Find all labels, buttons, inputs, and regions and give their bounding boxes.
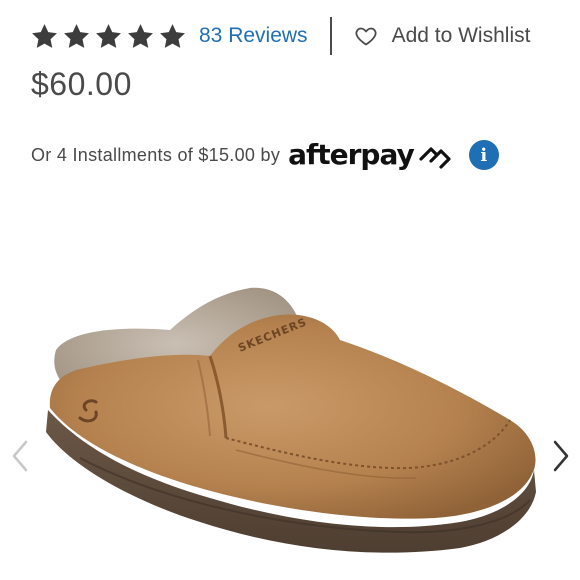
- product-image: SKECHERS: [46, 287, 536, 553]
- divider: [329, 17, 332, 55]
- wishlist-label: Add to Wishlist: [391, 24, 531, 47]
- star-icon: [62, 22, 91, 51]
- rating-row: 83 Reviews Add to Wishlist: [30, 14, 560, 58]
- star-icon: [126, 22, 155, 51]
- afterpay-wordmark: afterpay: [288, 138, 415, 171]
- star-icon: [94, 22, 123, 51]
- add-to-wishlist-button[interactable]: Add to Wishlist: [354, 24, 531, 48]
- star-icon: [158, 22, 187, 51]
- installments-row: Or 4 Installments of $15.00 by afterpay …: [31, 136, 499, 174]
- installments-text: Or 4 Installments of $15.00 by: [31, 144, 281, 165]
- reviews-link[interactable]: 83 Reviews: [199, 24, 308, 48]
- afterpay-logo: afterpay: [288, 141, 455, 169]
- star-rating: [30, 22, 187, 51]
- heart-outline-icon: [355, 27, 377, 46]
- chevron-left-icon[interactable]: [8, 438, 32, 474]
- chevron-right-icon[interactable]: [549, 438, 573, 474]
- afterpay-arrows-icon: [414, 141, 455, 169]
- info-icon[interactable]: i: [468, 140, 499, 170]
- product-price: $60.00: [31, 66, 132, 102]
- star-icon: [30, 22, 59, 51]
